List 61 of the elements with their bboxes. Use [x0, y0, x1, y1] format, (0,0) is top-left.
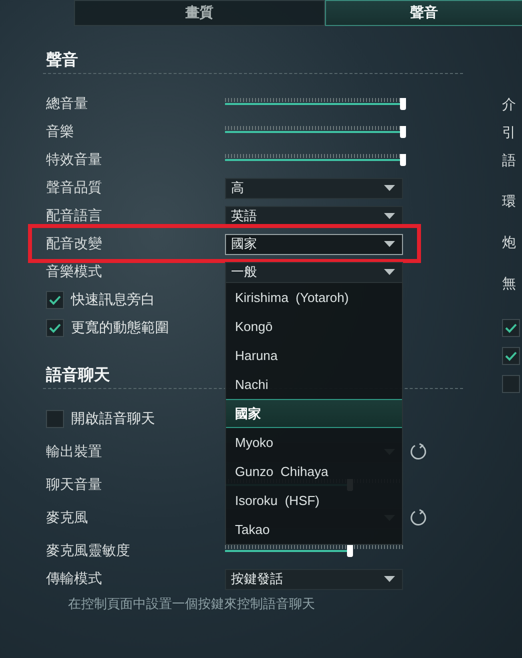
checkbox[interactable]: [46, 291, 64, 309]
dropdown-option[interactable]: Isoroku (HSF): [226, 486, 402, 515]
slider[interactable]: [225, 125, 403, 139]
section-heading: 聲音: [46, 50, 78, 71]
setting-label: 傳輸模式: [46, 570, 103, 588]
refresh-icon[interactable]: [409, 509, 427, 527]
setting-label: 音樂: [46, 123, 75, 141]
dropdown[interactable]: 英語: [225, 206, 403, 226]
setting-label: 環: [502, 192, 516, 211]
setting-label: 總音量: [46, 95, 89, 113]
setting-label: 無: [502, 274, 516, 293]
setting-label: 聲音品質: [46, 179, 103, 197]
slider-thumb[interactable]: [400, 126, 406, 138]
slider[interactable]: [225, 153, 403, 167]
checkbox[interactable]: [46, 319, 64, 337]
checkbox-label: 更寬的動態範圍: [71, 319, 169, 337]
setting-label: 炮: [502, 233, 516, 252]
checkbox-label: 開啟語音聊天: [71, 410, 155, 428]
setting-label: 麥克風靈敏度: [46, 542, 131, 560]
slider-thumb[interactable]: [346, 545, 353, 557]
setting-label: 配音改變: [46, 235, 103, 253]
tab[interactable]: 畫質: [74, 0, 325, 26]
checkbox[interactable]: [46, 410, 64, 428]
dropdown-option[interactable]: Haruna: [226, 341, 402, 370]
caret-icon: [384, 213, 395, 219]
slider-thumb[interactable]: [400, 154, 406, 166]
slider[interactable]: [225, 544, 403, 558]
checkbox[interactable]: [502, 347, 520, 365]
caret-icon: [384, 269, 395, 275]
caret-icon: [384, 241, 395, 247]
refresh-icon[interactable]: [409, 443, 427, 461]
dropdown[interactable]: 高: [225, 178, 403, 198]
caret-icon: [384, 576, 395, 582]
setting-label: 特效音量: [46, 151, 103, 169]
slider[interactable]: [225, 97, 403, 111]
checkbox[interactable]: [502, 319, 520, 337]
checkbox[interactable]: [502, 375, 520, 393]
dropdown-option[interactable]: Myoko: [226, 428, 402, 457]
hint-text: 在控制頁面中設置一個按鍵來控制語音聊天: [67, 595, 315, 613]
slider-thumb[interactable]: [400, 98, 406, 110]
section-heading: 語音聊天: [46, 365, 110, 386]
setting-label: 引: [502, 123, 516, 142]
dropdown-option[interactable]: Takao: [226, 515, 402, 544]
dropdown[interactable]: 一般: [225, 262, 403, 282]
setting-label: 語: [502, 151, 516, 170]
setting-label: 音樂模式: [46, 263, 103, 281]
dropdown-option[interactable]: 國家: [226, 399, 402, 428]
setting-label: 聊天音量: [46, 476, 103, 494]
setting-label: 麥克風: [46, 509, 89, 527]
setting-label: 配音語言: [46, 207, 103, 225]
checkbox-label: 快速訊息旁白: [71, 291, 155, 309]
dropdown[interactable]: 國家: [225, 234, 403, 254]
tab[interactable]: 聲音: [325, 0, 522, 26]
caret-icon: [384, 185, 395, 191]
setting-label: 輸出裝置: [46, 443, 103, 461]
dropdown-option[interactable]: Kongō: [226, 312, 402, 341]
dropdown-option[interactable]: Kirishima (Yotaroh): [226, 283, 402, 312]
dropdown[interactable]: 按鍵發話: [225, 568, 403, 590]
dropdown-option[interactable]: Gunzo Chihaya: [226, 457, 402, 486]
setting-label: 介: [502, 95, 516, 114]
dropdown-option[interactable]: Nachi: [226, 370, 402, 399]
